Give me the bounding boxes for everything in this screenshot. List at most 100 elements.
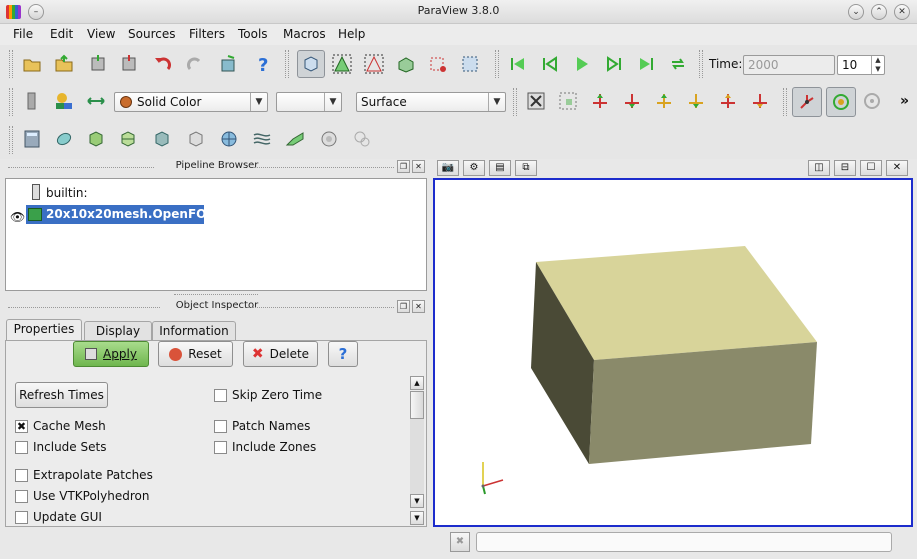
extract-level-icon[interactable] <box>350 127 374 151</box>
first-frame-icon[interactable] <box>506 52 530 76</box>
scrollbar-thumb[interactable] <box>410 391 424 419</box>
refresh-times-button[interactable]: Refresh Times <box>15 382 108 408</box>
minimize-button[interactable]: ⌄ <box>848 4 864 20</box>
select-cells-on-icon[interactable] <box>330 52 354 76</box>
interact-icon[interactable] <box>297 50 325 78</box>
toggle-color-legend-icon[interactable] <box>20 89 44 113</box>
glyph-icon[interactable] <box>217 127 241 151</box>
previous-frame-icon[interactable] <box>538 52 562 76</box>
view-options-icon[interactable]: ⚙ <box>463 160 485 176</box>
rescale-range-icon[interactable] <box>84 89 108 113</box>
view-minus-y-icon[interactable] <box>684 89 708 113</box>
link-camera-icon[interactable]: ⧉ <box>515 160 537 176</box>
close-panel-button[interactable]: ✕ <box>412 300 425 313</box>
maximize-button[interactable]: ⌃ <box>871 4 887 20</box>
abort-button[interactable]: ✖ <box>450 532 470 552</box>
next-frame-icon[interactable] <box>602 52 626 76</box>
warp-by-vector-icon[interactable] <box>283 127 307 151</box>
contour-icon[interactable] <box>52 127 76 151</box>
use-vtk-polyhedron-checkbox[interactable] <box>15 490 28 503</box>
time-step-spinbox[interactable]: 10 ▲ ▼ <box>837 55 885 75</box>
menu-help[interactable]: Help <box>338 27 365 41</box>
undo-icon[interactable] <box>151 52 175 76</box>
include-zones-checkbox[interactable] <box>214 441 227 454</box>
close-button[interactable]: ✕ <box>894 4 910 20</box>
load-state-icon[interactable] <box>52 52 76 76</box>
visibility-eye-icon[interactable]: 👁 <box>10 210 25 224</box>
spin-arrows-icon[interactable]: ▲ ▼ <box>871 56 884 74</box>
menu-edit[interactable]: Edit <box>50 27 73 41</box>
extrapolate-patches-checkbox[interactable] <box>15 469 28 482</box>
redo-icon[interactable] <box>183 52 207 76</box>
select-points-on-icon[interactable] <box>362 52 386 76</box>
toolbar-grip[interactable] <box>495 50 499 78</box>
view-minus-x-icon[interactable] <box>620 89 644 113</box>
menu-view[interactable]: View <box>87 27 115 41</box>
toolbar-grip[interactable] <box>699 50 703 78</box>
help-icon[interactable]: ? <box>251 52 275 76</box>
pipeline-root[interactable]: builtin: <box>46 186 88 200</box>
select-block-icon[interactable] <box>458 52 482 76</box>
representation-dropdown[interactable]: Surface ▼ <box>356 92 506 112</box>
apply-button[interactable]: Apply <box>73 341 149 367</box>
reset-camera-icon[interactable] <box>524 89 548 113</box>
undock-button[interactable]: ❐ <box>397 160 410 173</box>
time-value-field[interactable]: 2000 <box>743 55 835 75</box>
split-horizontal-button[interactable]: ◫ <box>808 160 830 176</box>
tab-information[interactable]: Information <box>152 321 236 341</box>
play-icon[interactable] <box>570 52 594 76</box>
menu-tools[interactable]: Tools <box>238 27 268 41</box>
undock-button[interactable]: ❐ <box>397 300 410 313</box>
patch-names-checkbox[interactable] <box>214 420 227 433</box>
view-plus-x-icon[interactable] <box>588 89 612 113</box>
component-dropdown[interactable]: ▼ <box>276 92 342 112</box>
toolbar-grip[interactable] <box>9 88 13 116</box>
view-plus-y-icon[interactable] <box>652 89 676 113</box>
stream-tracer-icon[interactable] <box>250 127 274 151</box>
capture-screenshot-icon[interactable]: 📷 <box>437 160 459 176</box>
zoom-to-data-icon[interactable] <box>556 89 580 113</box>
scroll-down-button-lower[interactable]: ▼ <box>410 511 424 525</box>
menu-filters[interactable]: Filters <box>189 27 225 41</box>
reset-button[interactable]: Reset <box>158 341 233 367</box>
view-plus-z-icon[interactable] <box>716 89 740 113</box>
render-view[interactable] <box>433 178 913 527</box>
spreadsheet-icon[interactable]: ▤ <box>489 160 511 176</box>
menu-sources[interactable]: Sources <box>128 27 175 41</box>
open-file-icon[interactable] <box>20 52 44 76</box>
toolbar-overflow-button[interactable]: » <box>900 93 909 109</box>
toolbar-grip[interactable] <box>783 88 787 116</box>
maximize-view-button[interactable]: ☐ <box>860 160 882 176</box>
scrollbar-track[interactable] <box>410 419 424 494</box>
scroll-up-button[interactable]: ▲ <box>410 376 424 390</box>
show-orientation-axes-icon[interactable] <box>792 87 822 117</box>
toolbar-grip[interactable] <box>285 50 289 78</box>
update-gui-checkbox[interactable] <box>15 511 28 524</box>
toolbar-grip[interactable] <box>9 50 13 78</box>
skip-zero-time-checkbox[interactable] <box>214 389 227 402</box>
splitter-handle[interactable] <box>174 294 258 295</box>
pipeline-source-row[interactable]: 20x10x20mesh.OpenFOAM <box>26 205 227 224</box>
split-vertical-button[interactable]: ⊟ <box>834 160 856 176</box>
dock-grip[interactable] <box>248 307 394 308</box>
view-minus-z-icon[interactable] <box>748 89 772 113</box>
pipeline-tree[interactable]: builtin: 👁 20x10x20mesh.OpenFOAM <box>5 178 427 291</box>
connect-icon[interactable] <box>86 52 110 76</box>
clip-icon[interactable] <box>84 127 108 151</box>
group-datasets-icon[interactable] <box>317 127 341 151</box>
toolbar-grip[interactable] <box>9 126 13 154</box>
close-view-button[interactable]: ✕ <box>886 160 908 176</box>
show-center-icon[interactable] <box>826 87 856 117</box>
calculator-icon[interactable] <box>20 127 44 151</box>
color-by-dropdown[interactable]: Solid Color ▼ <box>114 92 268 112</box>
last-frame-icon[interactable] <box>634 52 658 76</box>
toolbar-grip[interactable] <box>513 88 517 116</box>
menu-macros[interactable]: Macros <box>283 27 326 41</box>
edit-color-map-icon[interactable] <box>52 89 76 113</box>
menu-file[interactable]: File <box>13 27 33 41</box>
camera-undo-icon[interactable] <box>217 52 241 76</box>
loop-icon[interactable] <box>666 52 690 76</box>
disconnect-icon[interactable] <box>117 52 141 76</box>
scroll-down-button[interactable]: ▼ <box>410 494 424 508</box>
close-panel-button[interactable]: ✕ <box>412 160 425 173</box>
